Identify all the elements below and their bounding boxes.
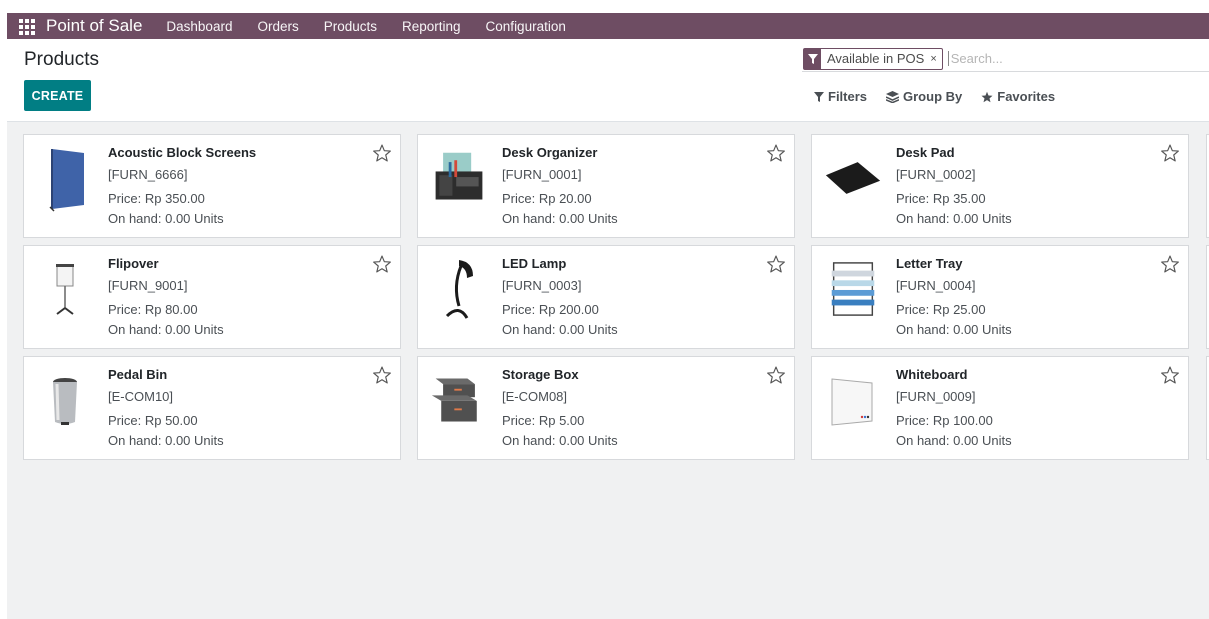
- product-ref: [FURN_0004]: [896, 278, 976, 293]
- product-ref: [FURN_0002]: [896, 167, 976, 182]
- product-name: Desk Pad: [896, 145, 955, 160]
- favorite-star-icon[interactable]: [1160, 365, 1180, 385]
- product-ref: [FURN_0001]: [502, 167, 582, 182]
- product-name: Flipover: [108, 256, 159, 271]
- product-card[interactable]: Pedal Bin [E-COM10] Price: Rp 50.00 On h…: [23, 356, 401, 460]
- product-name: Desk Organizer: [502, 145, 598, 160]
- product-ref: [FURN_6666]: [108, 167, 188, 182]
- top-navbar: Point of Sale Dashboard Orders Products …: [7, 13, 1209, 39]
- product-card[interactable]: Desk Organizer [FURN_0001] Price: Rp 20.…: [417, 134, 795, 238]
- product-stock: On hand: 0.00 Units: [502, 322, 618, 337]
- product-price: Price: Rp 50.00: [108, 413, 198, 428]
- menu-configuration[interactable]: Configuration: [486, 19, 566, 34]
- favorites-label: Favorites: [997, 89, 1056, 104]
- kanban-view: Acoustic Block Screens [FURN_6666] Price…: [7, 121, 1209, 619]
- filters-button[interactable]: Filters: [814, 89, 867, 104]
- favorite-star-icon[interactable]: [766, 254, 786, 274]
- filters-label: Filters: [828, 89, 868, 104]
- product-card[interactable]: Desk Pad [FURN_0002] Price: Rp 35.00 On …: [811, 134, 1189, 238]
- page-title: Products: [24, 49, 99, 70]
- menu-products[interactable]: Products: [324, 19, 377, 34]
- product-stock: On hand: 0.00 Units: [108, 211, 224, 226]
- product-ref: [E-COM08]: [502, 389, 568, 404]
- product-card[interactable]: LED Lamp [FURN_0003] Price: Rp 200.00 On…: [417, 245, 795, 349]
- product-stock: On hand: 0.00 Units: [896, 322, 1012, 337]
- product-ref: [E-COM10]: [108, 389, 174, 404]
- facet-label: Available in POS: [827, 51, 925, 66]
- letter-tray-image: [824, 254, 882, 324]
- favorite-star-icon[interactable]: [1160, 254, 1180, 274]
- desk-organizer-image: [430, 143, 488, 213]
- product-price: Price: Rp 200.00: [502, 302, 599, 317]
- product-stock: On hand: 0.00 Units: [896, 433, 1012, 448]
- product-price: Price: Rp 100.00: [896, 413, 993, 428]
- apps-menu-icon[interactable]: [19, 19, 39, 35]
- desk-pad-image: [824, 143, 882, 213]
- facet-remove-icon[interactable]: ×: [930, 49, 941, 69]
- favorite-star-icon[interactable]: [1160, 143, 1180, 163]
- search-facet: Available in POS ×: [803, 47, 943, 70]
- product-name: Whiteboard: [896, 367, 968, 382]
- menu-reporting[interactable]: Reporting: [402, 19, 461, 34]
- product-stock: On hand: 0.00 Units: [108, 433, 224, 448]
- product-name: Acoustic Block Screens: [108, 145, 257, 160]
- product-stock: On hand: 0.00 Units: [502, 433, 618, 448]
- product-stock: On hand: 0.00 Units: [896, 211, 1012, 226]
- favorite-star-icon[interactable]: [372, 254, 392, 274]
- favorite-star-icon[interactable]: [372, 365, 392, 385]
- app-brand[interactable]: Point of Sale: [46, 16, 142, 36]
- menu-dashboard[interactable]: Dashboard: [166, 19, 232, 34]
- search-input[interactable]: [947, 51, 1198, 66]
- search-options: Filters Group By Favorites: [814, 89, 1074, 104]
- filter-icon: [804, 48, 821, 69]
- product-price: Price: Rp 5.00: [502, 413, 585, 428]
- group-by-label: Group By: [903, 89, 963, 104]
- product-stock: On hand: 0.00 Units: [108, 322, 224, 337]
- favorite-star-icon[interactable]: [372, 143, 392, 163]
- product-name: Letter Tray: [896, 256, 963, 271]
- product-name: LED Lamp: [502, 256, 567, 271]
- favorite-star-icon[interactable]: [766, 143, 786, 163]
- product-ref: [FURN_0003]: [502, 278, 582, 293]
- product-ref: [FURN_0009]: [896, 389, 976, 404]
- create-button[interactable]: CREATE: [24, 80, 91, 111]
- favorites-button[interactable]: Favorites: [981, 89, 1055, 104]
- product-price: Price: Rp 350.00: [108, 191, 205, 206]
- layers-icon: [886, 90, 900, 103]
- product-name: Storage Box: [502, 367, 579, 382]
- product-name: Pedal Bin: [108, 367, 168, 382]
- group-by-button[interactable]: Group By: [886, 89, 962, 104]
- product-ref: [FURN_9001]: [108, 278, 188, 293]
- led-lamp-image: [430, 254, 488, 324]
- menu-orders[interactable]: Orders: [257, 19, 298, 34]
- product-card[interactable]: Flipover [FURN_9001] Price: Rp 80.00 On …: [23, 245, 401, 349]
- product-stock: On hand: 0.00 Units: [502, 211, 618, 226]
- pedal-bin-image: [36, 365, 94, 435]
- product-price: Price: Rp 80.00: [108, 302, 198, 317]
- flipover-image: [36, 254, 94, 324]
- storage-box-image: [430, 365, 488, 435]
- product-card[interactable]: Storage Box [E-COM08] Price: Rp 5.00 On …: [417, 356, 795, 460]
- product-price: Price: Rp 35.00: [896, 191, 986, 206]
- search-bar: Available in POS ×: [802, 46, 1209, 72]
- star-icon: [981, 91, 993, 103]
- acoustic-screen-image: [36, 143, 94, 213]
- product-card[interactable]: Letter Tray [FURN_0004] Price: Rp 25.00 …: [811, 245, 1189, 349]
- product-price: Price: Rp 25.00: [896, 302, 986, 317]
- favorite-star-icon[interactable]: [766, 365, 786, 385]
- filter-icon: [814, 91, 824, 102]
- whiteboard-image: [824, 365, 882, 435]
- product-card[interactable]: Acoustic Block Screens [FURN_6666] Price…: [23, 134, 401, 238]
- product-card[interactable]: Whiteboard [FURN_0009] Price: Rp 100.00 …: [811, 356, 1189, 460]
- product-price: Price: Rp 20.00: [502, 191, 592, 206]
